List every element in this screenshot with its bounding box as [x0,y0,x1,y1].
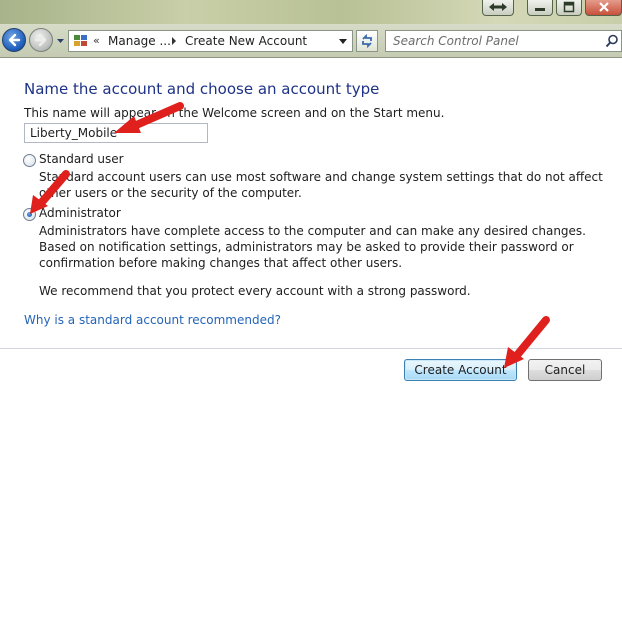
refresh-button[interactable] [356,30,378,52]
standard-user-description: Standard account users can use most soft… [39,170,603,200]
address-dropdown-icon[interactable] [339,39,347,45]
close-button[interactable] [585,0,622,16]
annotation-arrow-administrator [30,170,70,214]
administrator-description: Administrators have complete access to t… [39,224,586,270]
page-title: Name the account and choose an account t… [24,80,380,98]
maximize-icon [563,1,575,12]
standard-user-label[interactable]: Standard user [39,152,124,166]
breadcrumb-separator-icon[interactable] [171,37,177,45]
account-name-hint: This name will appear on the Welcome scr… [24,106,445,120]
window-title-bar [0,0,622,24]
why-standard-account-link[interactable]: Why is a standard account recommended? [24,313,281,327]
navigation-bar: « Manage ... Create New Account [0,24,622,58]
standard-user-radio[interactable] [23,154,36,167]
recent-pages-chevron-icon[interactable] [56,37,65,45]
password-recommendation: We recommend that you protect every acco… [39,284,471,298]
control-panel-icon [74,35,87,46]
resize-button[interactable] [482,0,514,16]
search-box [385,30,622,52]
annotation-arrow-create-account [504,316,550,368]
close-icon [598,1,609,12]
address-overflow-chevron[interactable]: « [93,34,100,47]
minimize-button[interactable] [527,0,553,16]
annotation-arrow-name-field [114,102,184,133]
forward-button[interactable] [29,28,53,52]
search-icon[interactable] [605,34,619,48]
maximize-button[interactable] [556,0,582,16]
back-button[interactable] [2,28,26,52]
back-arrow-icon [8,33,21,47]
resize-arrows-icon [489,2,507,11]
search-input[interactable] [386,31,596,51]
address-bar[interactable]: « Manage ... Create New Account [68,30,353,52]
breadcrumb-manage[interactable]: Manage ... [108,34,171,48]
minimize-icon [535,7,545,11]
breadcrumb-create-new-account[interactable]: Create New Account [185,34,307,48]
refresh-icon [362,34,372,48]
forward-arrow-icon [34,33,47,47]
